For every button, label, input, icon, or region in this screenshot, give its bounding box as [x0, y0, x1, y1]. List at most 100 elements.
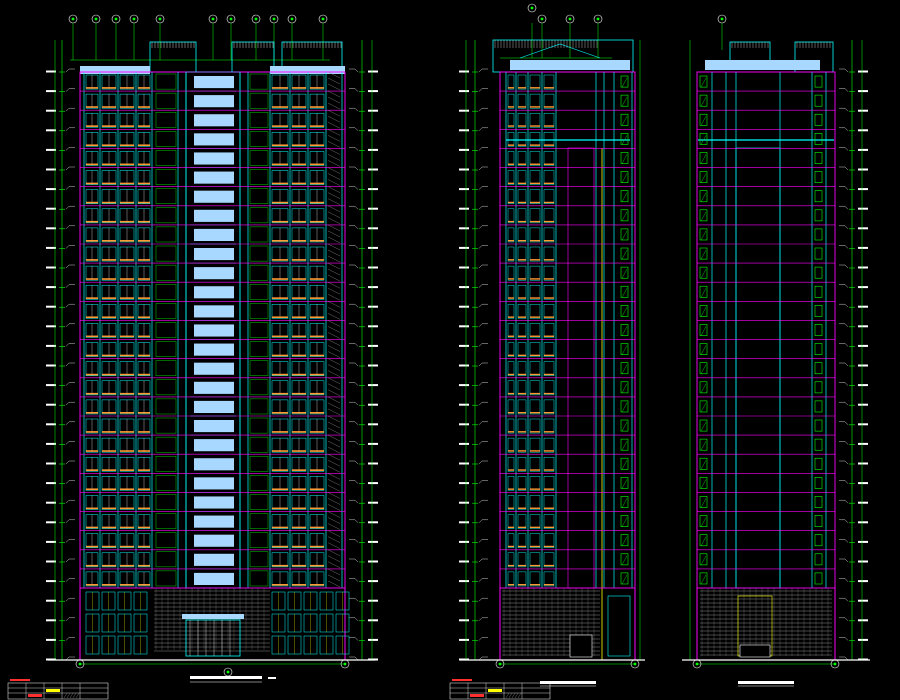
level-label	[46, 619, 56, 622]
balcony-rail	[138, 220, 150, 223]
balcony-rail	[102, 507, 116, 510]
level-label	[858, 599, 868, 602]
core-window	[194, 458, 234, 471]
level-label	[46, 344, 56, 347]
level-label	[459, 501, 469, 504]
balcony-rail	[102, 163, 116, 166]
balcony-rail	[292, 182, 306, 185]
balcony-rail	[272, 392, 288, 395]
level-label	[46, 325, 56, 328]
level-label	[858, 462, 868, 465]
roof-cornice	[705, 60, 820, 70]
legend-swatch-red	[28, 694, 42, 697]
level-label	[368, 246, 378, 249]
level-label	[858, 227, 868, 230]
axis-bubble-dot	[833, 662, 837, 666]
balcony-rail	[120, 201, 134, 204]
balcony-rail	[120, 297, 134, 299]
balcony-rail	[508, 526, 514, 529]
balcony-rail	[120, 163, 134, 166]
balcony-rail	[292, 163, 306, 166]
balcony-rail	[120, 106, 134, 108]
level-label	[858, 266, 868, 269]
axis-bubble-dot	[633, 662, 637, 666]
drawing-title	[190, 676, 262, 679]
balcony-rail	[138, 87, 150, 89]
axis-bubble-dot	[321, 17, 325, 21]
core-window	[194, 477, 234, 490]
balcony-rail	[138, 163, 150, 166]
core-window	[194, 152, 234, 165]
balcony-rail	[272, 316, 288, 319]
balcony-rail	[272, 335, 288, 338]
balcony-rail	[138, 278, 150, 280]
balcony-rail	[518, 392, 526, 395]
balcony-rail	[292, 373, 306, 376]
level-label	[368, 325, 378, 328]
core-window	[194, 553, 234, 566]
balcony-rail	[292, 564, 306, 567]
balcony-rail	[272, 144, 288, 147]
balcony-rail	[86, 106, 98, 108]
level-label	[459, 148, 469, 151]
balcony-rail	[544, 392, 554, 395]
balcony-rail	[102, 240, 116, 242]
balcony-rail	[272, 125, 288, 127]
balcony-rail	[530, 125, 540, 127]
level-label	[858, 619, 868, 622]
level-label	[459, 286, 469, 289]
balcony-rail	[102, 144, 116, 147]
balcony-rail	[544, 450, 554, 452]
core-window	[194, 114, 234, 127]
balcony-rail	[272, 297, 288, 299]
balcony-rail	[102, 526, 116, 529]
balcony-rail	[138, 584, 150, 586]
balcony-rail	[310, 507, 324, 510]
level-label	[459, 168, 469, 171]
legend-swatch-yellow	[488, 689, 502, 692]
legend-heading	[452, 679, 472, 681]
balcony-rail	[292, 220, 306, 223]
balcony-rail	[508, 240, 514, 242]
level-label	[46, 246, 56, 249]
balcony-rail	[120, 278, 134, 280]
level-label	[858, 501, 868, 504]
balcony-rail	[138, 335, 150, 338]
balcony-rail	[544, 297, 554, 299]
level-label	[46, 266, 56, 269]
axis-bubble-dot	[343, 662, 347, 666]
balcony-rail	[518, 564, 526, 567]
balcony-rail	[518, 259, 526, 261]
level-label	[858, 246, 868, 249]
level-label	[46, 521, 56, 524]
level-label	[858, 207, 868, 210]
level-label	[858, 286, 868, 289]
legend-swatch-red	[470, 694, 484, 697]
balcony-rail	[272, 545, 288, 548]
balcony-rail	[292, 354, 306, 357]
level-label	[368, 560, 378, 563]
balcony-rail	[138, 412, 150, 414]
balcony-rail	[310, 584, 324, 586]
core-window	[194, 76, 234, 89]
axis-bubble-dot	[596, 17, 600, 21]
balcony-rail	[102, 488, 116, 491]
balcony-rail	[102, 259, 116, 261]
balcony-rail	[102, 469, 116, 471]
balcony-rail	[272, 469, 288, 471]
balcony-rail	[530, 584, 540, 586]
level-label	[368, 442, 378, 445]
balcony-rail	[518, 106, 526, 108]
balcony-rail	[508, 220, 514, 223]
level-label	[46, 305, 56, 308]
balcony-rail	[102, 335, 116, 338]
level-label	[459, 423, 469, 426]
core-window	[194, 400, 234, 413]
balcony-rail	[544, 240, 554, 242]
balcony-rail	[120, 469, 134, 471]
balcony-rail	[102, 87, 116, 89]
balcony-rail	[310, 297, 324, 299]
balcony-rail	[272, 450, 288, 452]
balcony-rail	[272, 488, 288, 491]
level-label	[459, 540, 469, 543]
